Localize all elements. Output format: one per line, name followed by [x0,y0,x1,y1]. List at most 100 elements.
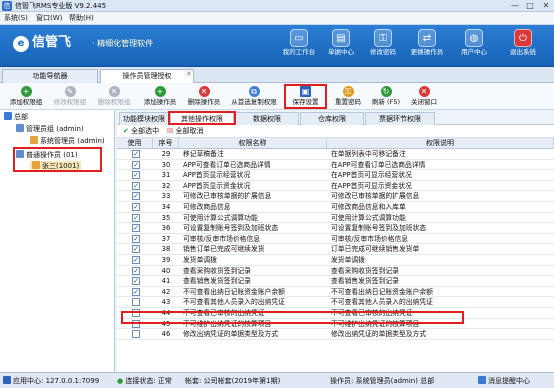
deselect-all-button[interactable]: ☒ 全部取消 [167,127,204,136]
table-row[interactable]: ✓ 42 不可查看出纳日记账资金账户余额 不可查看出纳日记账资金账户余额 [117,287,554,298]
desc-cell: 可使用计算公式调算功能 [331,213,406,222]
use-checkbox[interactable]: ✓ [132,287,140,296]
brand-name: 信管飞 [32,35,72,50]
seq-cell: 43 [161,298,171,307]
message-center-link[interactable]: 消息提醒中心 [478,376,530,386]
key-icon: ⚿ [342,86,354,97]
save-highlight-box [284,84,327,109]
use-checkbox[interactable]: ✓ [132,203,140,211]
use-checkbox[interactable]: ✓ [132,160,140,169]
seq-cell: 40 [161,266,171,275]
nav-exit[interactable]: ⏻ 退出系统 [500,28,546,64]
name-cell: 可设置复制账号签到及加班状态 [183,224,279,233]
tree-root[interactable]: 总部 [4,112,28,123]
desc-cell: 可审核/反审市场价格信息 [331,234,409,243]
tab-operator-permissions[interactable]: 操作员管理授权 [100,69,194,83]
add-group-button[interactable]: + 添加权限组 [6,84,46,109]
nav-documents[interactable]: ▤ 单据中心 [318,28,364,64]
menu-system[interactable]: 系统(S) [4,13,28,24]
table-row[interactable]: 46 修改出纳凭证的单据类型及方式 修改出纳凭证的单据类型及方式 [117,329,554,340]
table-row[interactable]: ✓ 35 可使用计算公式调算功能 可使用计算公式调算功能 [117,213,554,224]
table-row[interactable]: ✓ 40 查看采购收货签到记录 查看采购收货签到记录 [117,266,554,277]
nav-user-center[interactable]: ◍ 用户中心 [451,28,497,64]
nav-workbench[interactable]: ▭ 我的工作台 [276,28,322,64]
name-cell: 查看采购收货签到记录 [183,266,251,275]
tab-function-navigator[interactable]: 功能导航器 [2,69,98,83]
refresh-icon: ↻ [380,86,392,97]
tab-bill-permissions[interactable]: 票据环节权限 [365,112,435,125]
document-tabs: 功能导航器 操作员管理授权 ✕ [0,67,554,83]
status-operator: 操作员: 系统管理员(admin) 总部 [330,377,435,385]
title-bar: 信 信管飞RMS专业版 V9.2.445 — □ ✕ [0,0,554,12]
close-window-button[interactable]: ✕ [539,1,553,11]
menu-help[interactable]: 帮助(H) [69,13,94,24]
table-row[interactable]: ✓ 36 可设置复制账号签到及加班状态 可设置复制账号签到及加班状态 [117,223,554,234]
seq-cell: 38 [161,245,171,254]
use-checkbox[interactable]: ✓ [132,213,140,222]
use-checkbox[interactable]: ✓ [132,277,140,286]
name-cell: 可使用计算公式调算功能 [183,213,258,222]
seq-cell: 42 [161,287,171,296]
table-row[interactable]: ✓ 33 可修改已审核单据的扩展信息 可修改已审核单据的扩展信息 [117,191,554,202]
nav-change-password[interactable]: ⚿ 修改密码 [360,28,406,64]
table-row[interactable]: ✓ 29 移记草稿备注 在单据列表中可移记备注 [117,149,554,160]
delete-operator-button[interactable]: ✕ 删除操作员 [184,84,224,109]
edit-group-button[interactable]: ✎ 修改权限组 [50,84,90,109]
user-switch-icon: ⇄ [418,29,436,47]
table-row[interactable]: ✓ 41 查看销售发货签到记录 查看销售发货签到记录 [117,276,554,287]
table-row[interactable]: 43 不可查看其他人员录入的出纳凭证 不可查看其他人员录入的出纳凭证 [117,297,554,308]
delete-group-button[interactable]: ✕ 删除权限组 [94,84,134,109]
maximize-button[interactable]: □ [523,1,537,11]
copy-permission-button[interactable]: ⧉ 从首选复制权限 [228,84,280,109]
tab-data-permissions[interactable]: 数据权限 [235,112,299,125]
cross-icon: ☒ [167,127,174,135]
tab-module-permissions[interactable]: 功能模块权限 [119,112,169,125]
table-row[interactable]: ✓ 30 APP可查看订单已选商品详情 在APP可查看订单已选商品详情 [117,160,554,171]
use-checkbox[interactable]: ✓ [132,234,140,243]
add-operator-button[interactable]: + 添加操作员 [140,84,180,109]
group-icon [16,124,24,132]
use-checkbox[interactable]: ✓ [132,150,140,158]
refresh-button[interactable]: ↻ 刷新 (F5) [368,84,404,109]
seq-cell: 46 [161,330,171,339]
table-row[interactable]: ✓ 32 APP首页显示资金状况 在APP首页可显示资金状况 [117,181,554,192]
tab-close-icon[interactable]: ✕ [186,70,192,78]
brand-logo-icon: e [13,36,29,52]
message-icon [478,376,486,384]
tab-warehouse-permissions[interactable]: 仓库权限 [300,112,364,125]
nav-switch-operator[interactable]: ⇄ 更换操作员 [404,28,450,64]
table-row[interactable]: ✓ 39 发货单调拨 发货单调拨 [117,255,554,266]
reset-password-button[interactable]: ⚿ 重置密码 [330,84,366,109]
table-row[interactable]: ✓ 37 可审核/反审市场价格信息 可审核/反审市场价格信息 [117,234,554,245]
name-cell: 可审核/反审市场价格信息 [183,234,261,243]
use-checkbox[interactable]: ✓ [132,192,140,201]
permission-grid: 使用 序号 权限名称 权限说明 ✓ 29 移记草稿备注 在单据列表中可移记备注 ✓ 30 A… [117,138,554,372]
close-panel-button[interactable]: ✕ 关闭窗口 [406,84,442,109]
use-checkbox[interactable]: ✓ [132,224,140,233]
status-account: 帐套: 公司帐套(2019年第1期) [185,377,281,385]
use-checkbox[interactable] [132,330,140,339]
minimize-button[interactable]: — [508,1,522,11]
col-header-seq: 序号 [153,138,179,149]
use-checkbox[interactable] [132,298,140,307]
use-checkbox[interactable]: ✓ [132,171,140,180]
desc-cell: 查看采购收货签到记录 [331,266,399,275]
menu-bar: 系统(S) 窗口(W) 帮助(H) [0,12,554,25]
menu-window[interactable]: 窗口(W) [36,13,62,24]
header-banner: e 信管飞 · 精细化管理软件 ▭ 我的工作台 ▤ 单据中心 ⚿ 修改密码 ⇄ … [0,25,554,67]
use-checkbox[interactable]: ✓ [132,245,140,254]
use-checkbox[interactable]: ✓ [132,181,140,190]
use-checkbox[interactable]: ✓ [132,266,140,275]
select-all-button[interactable]: ✔ 全部选中 [123,127,159,136]
copy-icon: ⧉ [248,86,260,97]
use-checkbox[interactable]: ✓ [132,256,140,264]
table-row[interactable]: ✓ 34 可修改商品信息 可修改商品信息和入库单 [117,202,554,213]
table-row[interactable]: ✓ 31 APP首页显示经营状况 在APP首页可显示经营状况 [117,170,554,181]
desc-cell: 发货单调拨 [331,256,365,264]
name-cell: 修改出纳凭证的单据类型及方式 [183,330,279,339]
tree-admin-group[interactable]: 管理员组 (admin) [16,124,84,135]
table-row[interactable]: ✓ 38 销售订单已完成可继续发货 订单已完成可继续销售发货单 [117,244,554,255]
tree-admin-user[interactable]: 系统管理员 (admin) [30,136,105,147]
col-header-name: 权限名称 [179,138,327,149]
close-icon: ✕ [418,86,430,97]
